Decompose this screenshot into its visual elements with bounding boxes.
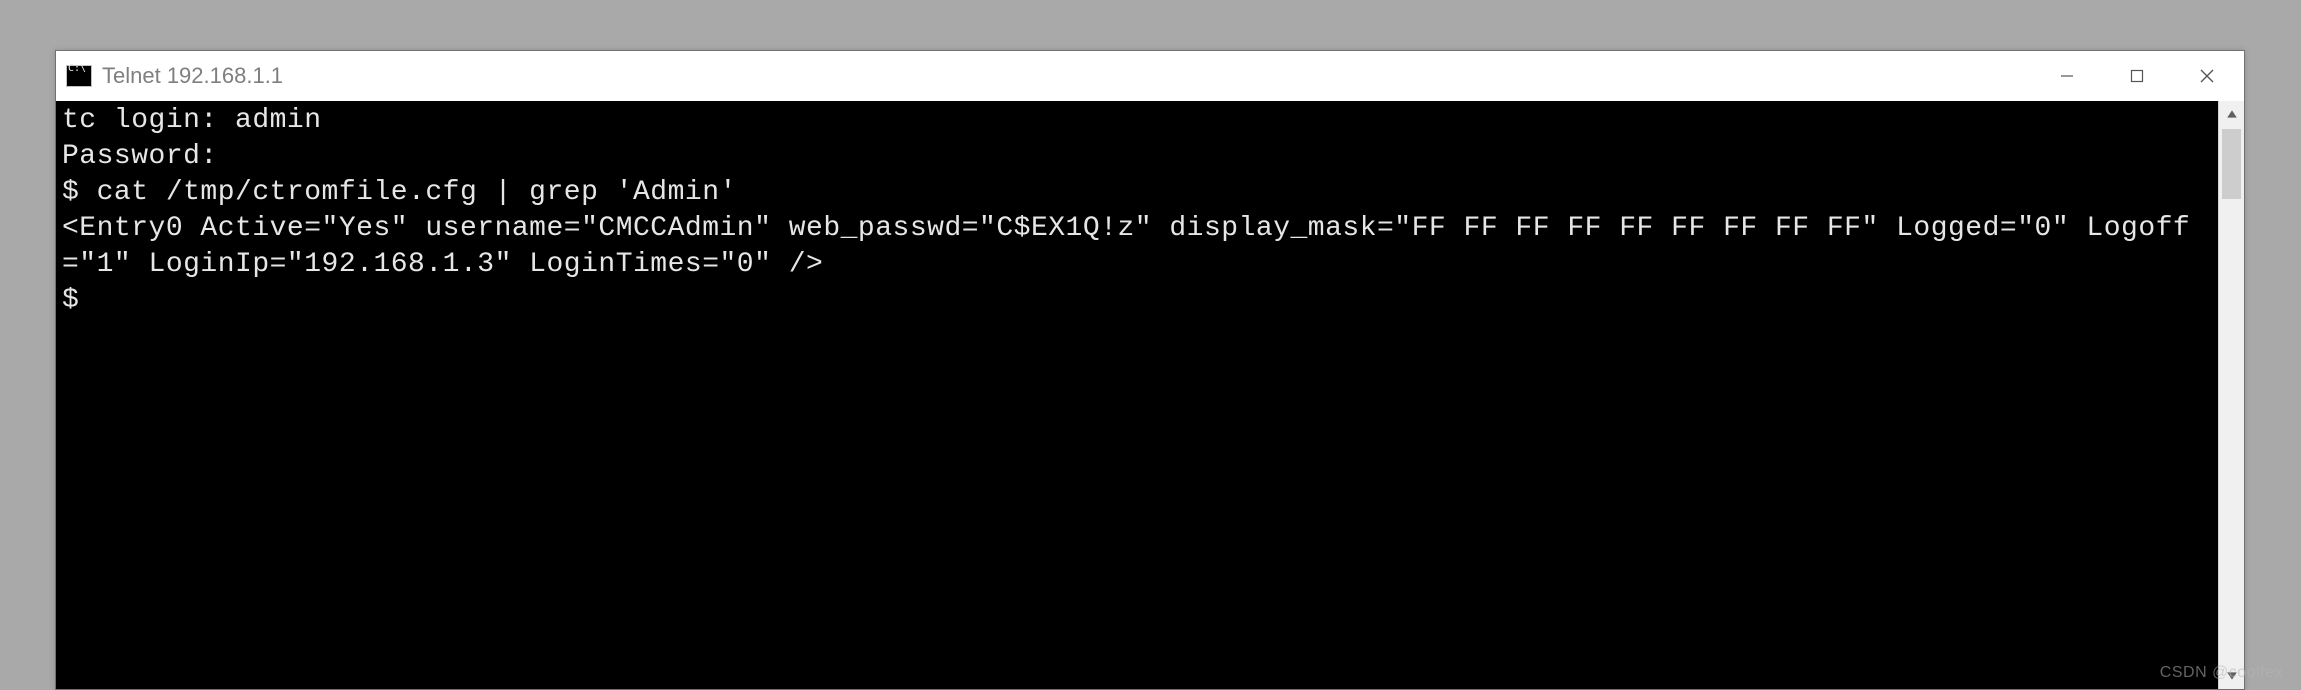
cmd-icon (66, 65, 92, 87)
client-area: tc login: admin Password: $ cat /tmp/ctr… (56, 101, 2244, 689)
watermark: CSDN @coolfex (2160, 664, 2283, 682)
titlebar[interactable]: Telnet 192.168.1.1 (56, 51, 2244, 101)
minimize-button[interactable] (2032, 51, 2102, 101)
window-title: Telnet 192.168.1.1 (102, 63, 2032, 89)
scroll-up-button[interactable] (2219, 101, 2244, 127)
terminal-output[interactable]: tc login: admin Password: $ cat /tmp/ctr… (56, 101, 2218, 689)
terminal-window: Telnet 192.168.1.1 tc login: admin Passw… (55, 50, 2245, 690)
window-buttons (2032, 51, 2242, 101)
close-button[interactable] (2172, 51, 2242, 101)
maximize-button[interactable] (2102, 51, 2172, 101)
vertical-scrollbar[interactable] (2218, 101, 2244, 689)
scrollbar-thumb[interactable] (2222, 129, 2241, 199)
